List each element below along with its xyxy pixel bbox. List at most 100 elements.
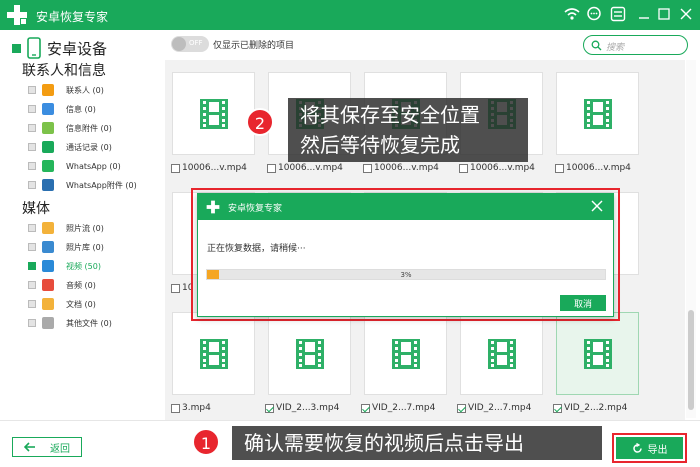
sidebar-item-checkbox[interactable] [28, 300, 36, 308]
sidebar-item-label: WhatsApp附件 (0) [66, 180, 137, 190]
sidebar-item-checkbox[interactable] [28, 105, 36, 113]
sidebar-item-checkbox[interactable] [28, 281, 36, 289]
step1-text: 确认需要恢复的视频后点击导出 [244, 431, 524, 455]
sidebar-item-checkbox[interactable] [28, 143, 36, 151]
device-row[interactable]: 安卓设备 [12, 36, 107, 60]
sidebar: 安卓设备 联系人和信息 联系人 (0) 信息 (0) 信息附件 (0) 通话记录 (0… [0, 30, 165, 418]
sidebar-item[interactable]: 通话记录 (0) [28, 139, 112, 155]
video-filename: 10006...v.mp4 [374, 163, 439, 173]
video-file-icon [584, 99, 612, 129]
video-filename: 10006...v.mp4 [182, 163, 247, 173]
back-button[interactable]: 返回 [12, 437, 82, 457]
video-tile[interactable] [172, 312, 255, 395]
video-filename: 3.mp4 [182, 403, 211, 413]
cancel-button[interactable]: 取消 [560, 295, 606, 311]
grid-scrollbar[interactable] [686, 60, 696, 418]
video-file-icon [200, 99, 228, 129]
other-files-icon [42, 317, 54, 329]
sidebar-item[interactable]: 其他文件 (0) [28, 315, 112, 331]
sidebar-item[interactable]: 照片流 (0) [28, 220, 104, 236]
video-tile[interactable] [556, 312, 639, 395]
device-checkbox[interactable] [12, 43, 21, 53]
sidebar-item-checkbox[interactable] [28, 243, 36, 251]
deleted-only-toggle[interactable]: OFF [171, 36, 209, 52]
maximize-icon[interactable] [656, 6, 672, 22]
audio-icon [42, 279, 54, 291]
video-checkbox[interactable] [171, 403, 180, 413]
video-checkbox[interactable] [171, 163, 180, 173]
sidebar-item-checkbox[interactable] [28, 181, 36, 189]
step2-line2: 然后等待恢复完成 [300, 133, 460, 157]
video-tile[interactable] [556, 72, 639, 155]
video-checkbox[interactable] [265, 403, 274, 413]
sidebar-item-label: 音频 (0) [66, 280, 96, 290]
sidebar-item-checkbox[interactable] [28, 262, 36, 270]
whatsapp-attachment-icon [42, 179, 54, 191]
video-tile[interactable] [172, 72, 255, 155]
video-checkbox[interactable] [267, 163, 276, 173]
export-button-label: 导出 [647, 444, 668, 456]
sidebar-item[interactable]: 信息附件 (0) [28, 120, 112, 136]
menu-icon[interactable] [610, 6, 626, 22]
video-filename: VID_2...2.mp4 [564, 403, 628, 413]
video-checkbox[interactable] [553, 403, 562, 413]
video-file-icon [488, 339, 516, 369]
video-filename: 10006...v.mp4 [278, 163, 343, 173]
minimize-icon[interactable] [636, 6, 652, 22]
sidebar-item-label: WhatsApp (0) [66, 161, 121, 171]
sidebar-item-label: 其他文件 (0) [66, 318, 112, 328]
export-button[interactable]: 导出 [616, 437, 683, 459]
sidebar-item-checkbox[interactable] [28, 86, 36, 94]
video-caption: VID_2...3.mp4 [265, 403, 339, 413]
sidebar-item-checkbox[interactable] [28, 162, 36, 170]
chat-icon[interactable] [586, 6, 602, 22]
window-title: 安卓恢复专家 [36, 10, 109, 24]
video-checkbox[interactable] [457, 403, 466, 413]
attachment-icon [42, 122, 54, 134]
sidebar-item[interactable]: 联系人 (0) [28, 82, 104, 98]
video-caption: VID_2...2.mp4 [553, 403, 627, 413]
only-deleted-label: 仅显示已删除的项目 [213, 41, 295, 51]
video-tile[interactable] [364, 312, 447, 395]
sidebar-item-checkbox[interactable] [28, 319, 36, 327]
close-icon[interactable] [678, 6, 694, 22]
dialog-message: 正在恢复数据，请稍候··· [207, 244, 306, 254]
video-filename: VID_2...3.mp4 [276, 403, 340, 413]
video-filename: 10006...v.mp4 [566, 163, 631, 173]
video-caption: 10006...v.mp4 [363, 163, 439, 173]
sidebar-item[interactable]: 信息 (0) [28, 101, 96, 117]
sidebar-item[interactable]: 文档 (0) [28, 296, 96, 312]
sidebar-item-label: 照片库 (0) [66, 242, 104, 252]
video-checkbox[interactable] [555, 163, 564, 173]
video-filename: VID_2...7.mp4 [468, 403, 532, 413]
section-title-media: 媒体 [22, 201, 50, 217]
photo-library-icon [42, 241, 54, 253]
sidebar-item[interactable]: WhatsApp (0) [28, 158, 121, 174]
sidebar-item-checkbox[interactable] [28, 124, 36, 132]
video-tile[interactable] [268, 312, 351, 395]
video-caption: VID_2...7.mp4 [361, 403, 435, 413]
video-caption: 10006...v.mp4 [267, 163, 343, 173]
progress-percent: 3% [400, 271, 412, 279]
video-checkbox[interactable] [361, 403, 370, 413]
scrollbar-thumb[interactable] [688, 310, 694, 410]
video-file-icon [584, 339, 612, 369]
video-checkbox[interactable] [363, 163, 372, 173]
toggle-knob [172, 37, 186, 51]
video-filename: 10006...v.mp4 [470, 163, 535, 173]
video-file-icon [392, 339, 420, 369]
android-phone-icon [27, 37, 41, 59]
whatsapp-icon [42, 160, 54, 172]
sidebar-item[interactable]: 照片库 (0) [28, 239, 104, 255]
video-tile[interactable] [460, 312, 543, 395]
video-checkbox[interactable] [459, 163, 468, 173]
sidebar-item[interactable]: 音频 (0) [28, 277, 96, 293]
contacts-icon [42, 84, 54, 96]
search-input[interactable]: 搜索 [583, 35, 688, 55]
wifi-icon[interactable] [564, 6, 580, 22]
sidebar-item-checkbox[interactable] [28, 224, 36, 232]
video-checkbox[interactable] [171, 283, 180, 293]
sidebar-item[interactable]: 视频 (50) [28, 258, 101, 274]
dialog-close-icon[interactable] [591, 200, 603, 212]
sidebar-item[interactable]: WhatsApp附件 (0) [28, 177, 137, 193]
